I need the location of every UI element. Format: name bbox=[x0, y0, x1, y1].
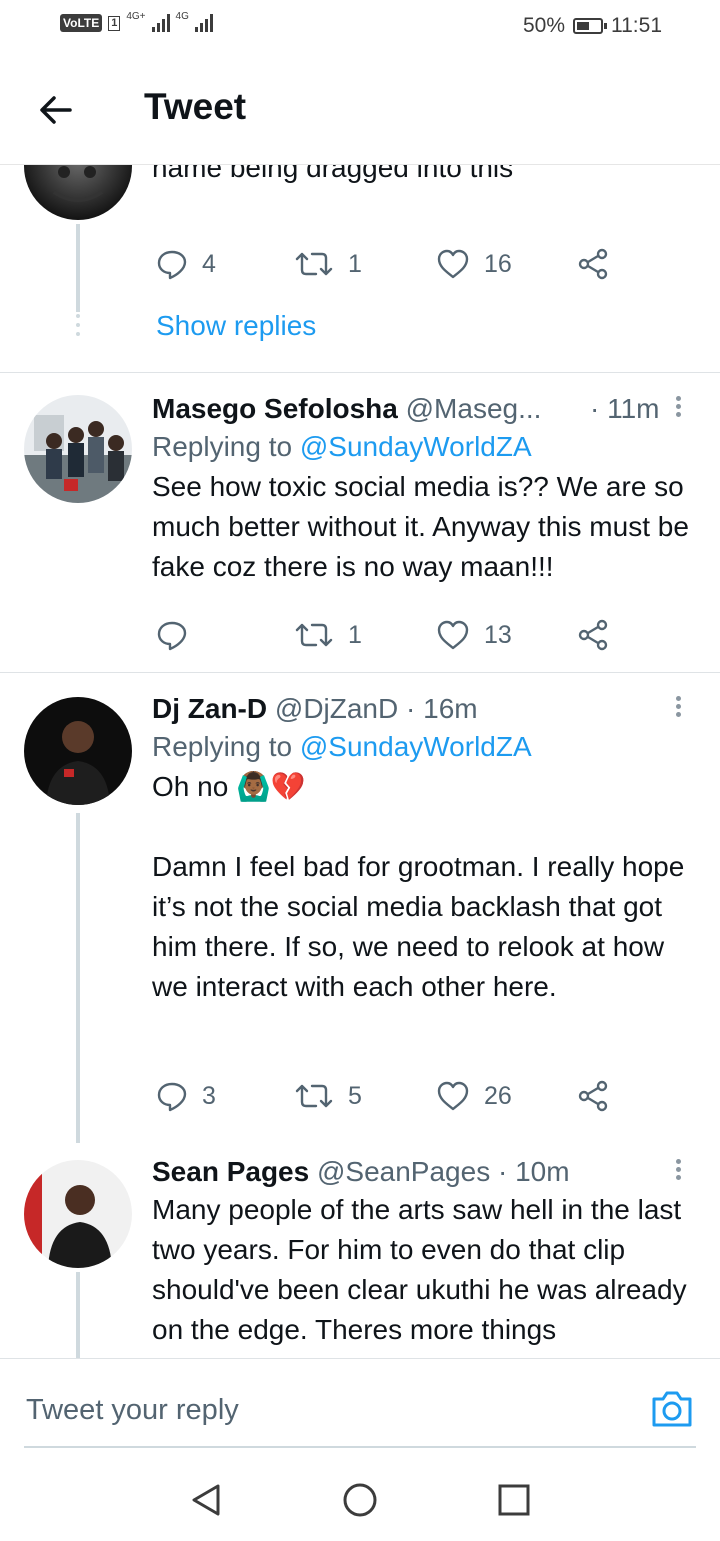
like-count: 16 bbox=[484, 249, 512, 278]
reply-count: 3 bbox=[202, 1081, 216, 1110]
retweet-button[interactable]: 5 bbox=[294, 1076, 362, 1116]
retweet-count: 5 bbox=[348, 1081, 362, 1110]
status-indicators: VoLTE 1 4G+ 4G bbox=[60, 10, 213, 32]
tweet-header: Dj Zan-D @DjZanD · 16m bbox=[152, 691, 700, 727]
tweet-time: · 11m bbox=[590, 393, 660, 424]
retweet-button[interactable]: 1 bbox=[294, 244, 362, 284]
replying-to: Replying to @SundayWorldZA bbox=[152, 727, 700, 767]
user-handle[interactable]: @DjZanD bbox=[275, 693, 398, 724]
network-type-2: 4G bbox=[175, 10, 189, 22]
thread-line bbox=[76, 813, 80, 1143]
nav-home-icon[interactable] bbox=[340, 1480, 380, 1520]
tweet-item[interactable]: Masego Sefolosha @Maseg... · 11m Replyin… bbox=[0, 373, 720, 673]
retweet-count: 1 bbox=[348, 249, 362, 278]
tweet-body: Sean Pages @SeanPages · 10m Many people … bbox=[152, 1154, 700, 1350]
reply-button[interactable] bbox=[156, 615, 202, 655]
like-button[interactable]: 26 bbox=[436, 1076, 512, 1116]
system-nav-bar bbox=[0, 1450, 720, 1541]
avatar[interactable] bbox=[24, 164, 132, 220]
user-handle[interactable]: @SeanPages bbox=[317, 1156, 490, 1187]
reply-underline bbox=[24, 1446, 696, 1448]
like-button[interactable]: 16 bbox=[436, 244, 512, 284]
replying-to-handle[interactable]: @SundayWorldZA bbox=[300, 731, 532, 762]
avatar[interactable] bbox=[24, 1160, 132, 1268]
tweet-actions: 4 1 16 bbox=[152, 244, 632, 284]
reply-icon bbox=[157, 250, 187, 280]
tweet-text: Must be hard being Cassper 🤦 watch his n… bbox=[152, 164, 514, 183]
share-button[interactable] bbox=[578, 244, 610, 284]
tweet-actions: 3 5 26 bbox=[152, 1076, 632, 1116]
retweet-button[interactable]: 1 bbox=[294, 615, 362, 655]
nav-back-icon[interactable] bbox=[186, 1480, 226, 1520]
thread-line bbox=[76, 1272, 80, 1358]
tweet-body: Masego Sefolosha @Maseg... · 11m Replyin… bbox=[152, 391, 700, 587]
reply-icon bbox=[157, 621, 187, 651]
avatar[interactable] bbox=[24, 395, 132, 503]
clock: 11:51 bbox=[611, 14, 662, 37]
battery-percent: 50% bbox=[522, 14, 565, 37]
retweet-icon bbox=[295, 1084, 333, 1108]
display-name[interactable]: Dj Zan-D bbox=[152, 693, 267, 724]
volte-badge: VoLTE bbox=[60, 14, 103, 32]
share-icon bbox=[578, 619, 608, 651]
reply-input[interactable] bbox=[24, 1393, 588, 1428]
status-bar: VoLTE 1 4G+ 4G 50% 11:51 bbox=[0, 0, 720, 56]
signal-bars-1-icon bbox=[151, 14, 170, 32]
display-name[interactable]: Sean Pages bbox=[152, 1156, 309, 1187]
like-icon bbox=[437, 1081, 469, 1111]
app-header: Tweet bbox=[0, 56, 720, 165]
tweet-text: See how toxic social media is?? We are s… bbox=[152, 471, 689, 582]
user-handle[interactable]: @Maseg... bbox=[406, 393, 542, 424]
retweet-icon bbox=[295, 252, 333, 276]
replying-prefix: Replying to bbox=[152, 731, 293, 762]
tweet-text: Oh no 🙆🏾‍♂️💔 Damn I feel bad for grootma… bbox=[152, 771, 685, 1002]
sim-number: 1 bbox=[108, 15, 121, 31]
reply-bar bbox=[0, 1358, 720, 1449]
reply-count: 4 bbox=[202, 249, 216, 278]
replying-to-handle[interactable]: @SundayWorldZA bbox=[300, 431, 532, 462]
share-icon bbox=[578, 1080, 608, 1112]
thread-line bbox=[76, 224, 80, 312]
more-icon[interactable] bbox=[674, 393, 682, 420]
replying-prefix: Replying to bbox=[152, 431, 293, 462]
camera-icon[interactable] bbox=[650, 1389, 694, 1429]
more-icon[interactable] bbox=[674, 1156, 682, 1183]
signal-bars-2-icon bbox=[194, 14, 213, 32]
status-right: 50% 11:51 bbox=[523, 14, 662, 38]
network-type-1: 4G+ bbox=[126, 10, 146, 22]
tweet-header: Sean Pages @SeanPages · 10m bbox=[152, 1154, 700, 1190]
more-icon[interactable] bbox=[674, 693, 682, 720]
retweet-count: 1 bbox=[348, 620, 362, 649]
tweet-actions: 1 13 bbox=[152, 615, 632, 655]
back-arrow-icon[interactable] bbox=[34, 88, 78, 132]
tweet-item[interactable]: Sean Pages @SeanPages · 10m Many people … bbox=[0, 1148, 720, 1358]
share-icon bbox=[578, 248, 608, 280]
battery-icon bbox=[573, 18, 607, 34]
nav-recents-icon[interactable] bbox=[494, 1480, 534, 1520]
tweet-body: Must be hard being Cassper 🤦 watch his n… bbox=[152, 164, 700, 188]
replying-to: Replying to @SundayWorldZA bbox=[152, 427, 700, 467]
like-icon bbox=[437, 249, 469, 279]
reply-button[interactable]: 3 bbox=[156, 1076, 216, 1116]
share-button[interactable] bbox=[578, 615, 610, 655]
reply-button[interactable]: 4 bbox=[156, 244, 216, 284]
like-count: 26 bbox=[484, 1081, 512, 1110]
retweet-icon bbox=[295, 623, 333, 647]
tweet-body: Dj Zan-D @DjZanD · 16m Replying to @Sund… bbox=[152, 691, 700, 1007]
show-replies-link[interactable]: Show replies bbox=[156, 310, 316, 342]
like-icon bbox=[437, 620, 469, 650]
tweet-text: Many people of the arts saw hell in the … bbox=[152, 1194, 687, 1345]
share-button[interactable] bbox=[578, 1076, 610, 1116]
like-button[interactable]: 13 bbox=[436, 615, 512, 655]
tweet-feed[interactable]: Must be hard being Cassper 🤦 watch his n… bbox=[0, 164, 720, 1358]
tweet-time: · 16m bbox=[406, 693, 478, 724]
avatar[interactable] bbox=[24, 697, 132, 805]
tweet-header: Masego Sefolosha @Maseg... · 11m bbox=[152, 391, 700, 427]
display-name[interactable]: Masego Sefolosha bbox=[152, 393, 398, 424]
page-title: Tweet bbox=[144, 86, 247, 127]
tweet-time: · 10m bbox=[497, 1156, 570, 1187]
thread-dots bbox=[76, 314, 80, 341]
reply-icon bbox=[157, 1082, 187, 1112]
like-count: 13 bbox=[484, 620, 512, 649]
